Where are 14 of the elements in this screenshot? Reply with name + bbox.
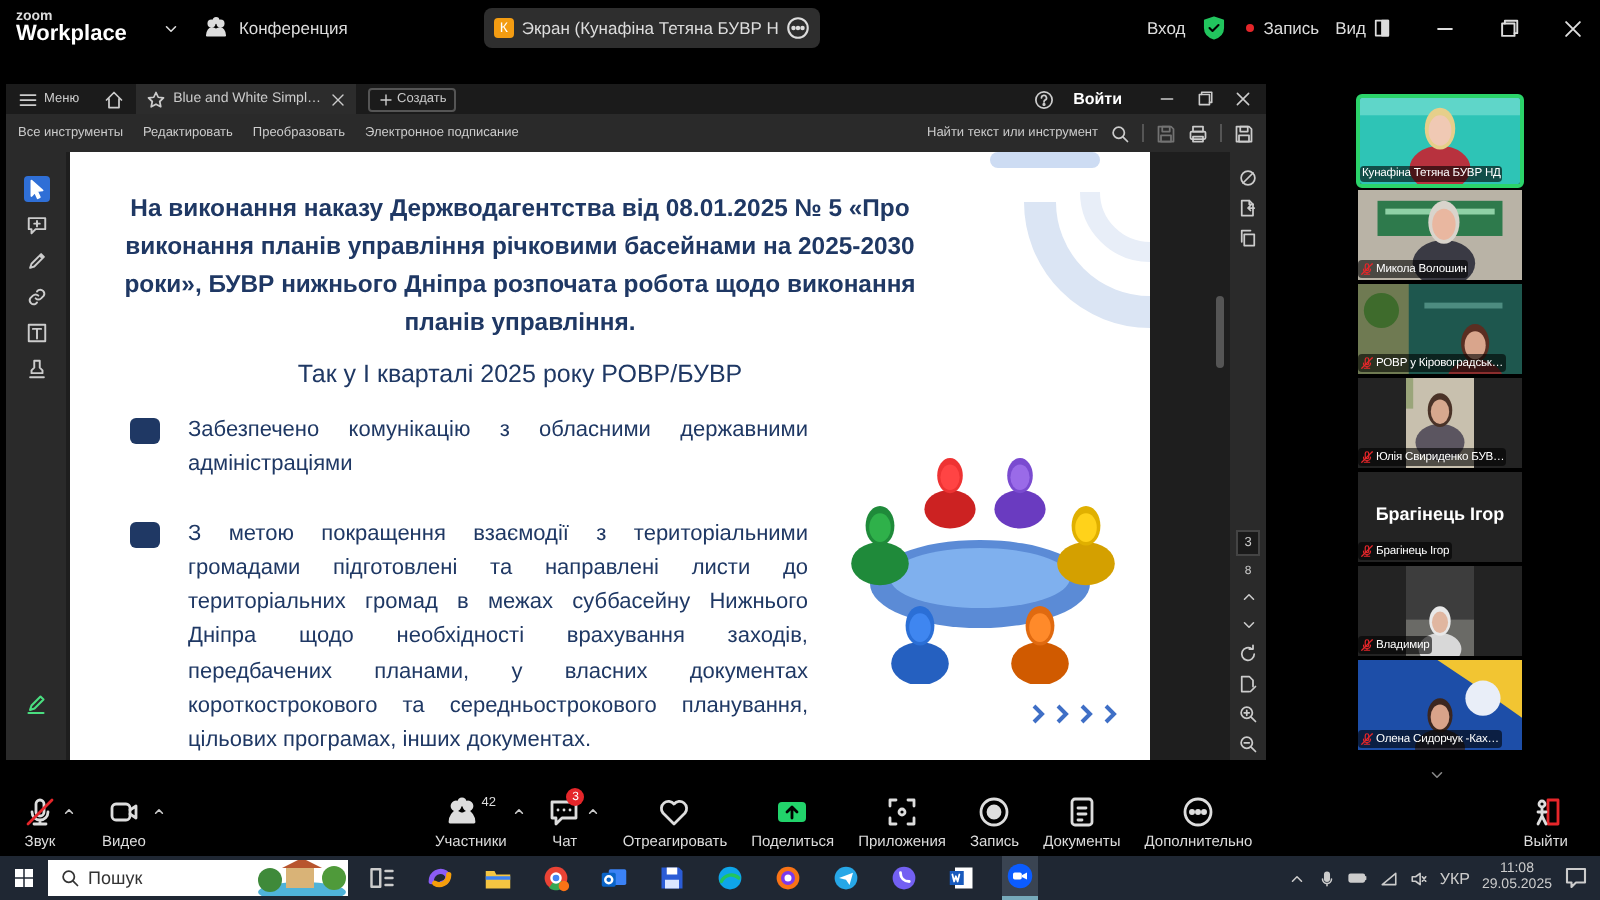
search-field[interactable]: Пошук [48,860,348,896]
bullet-text: Забезпечено комунікацію з обласними державними адміністраціями [188,416,808,481]
signin-link[interactable]: Вход [1146,18,1186,38]
view-label[interactable]: Вид [1335,18,1366,38]
signin-button[interactable]: Войти [1073,90,1122,108]
slide-subtitle: Так у І кварталі 2025 року РОВР/БУВР [295,360,745,388]
share-label: Экран (Кунафіна Тетяна БУВР Н [521,18,779,38]
bullet-text: З метою покращення взаємодії з територіальними громадами підготовлені та направлені листи до територіальних громад в межах суббасейну Нижнього Дніпра щодо необхідності врахування заходів, передбачених планами, у власних документах короткострокового та середньострокового планування, цільових програмах, інших документах. [188,519,808,757]
logo-text: Workplace [16,24,127,46]
slide-title: На виконання наказу Держводагентства від 08.01.2025 № 5 «Про виконання планів управління річковими басейнами на 2025-2030 роки», БУВР нижнього Дніпра розпочата робота щодо виконання планів управління. [122,192,918,340]
participant-name: Брагінець Ігор [1373,502,1507,524]
recording-label[interactable]: Запись [1263,18,1320,38]
language-indicator[interactable]: УКР [1439,869,1470,887]
meeting-label[interactable]: Конференция [238,18,348,38]
